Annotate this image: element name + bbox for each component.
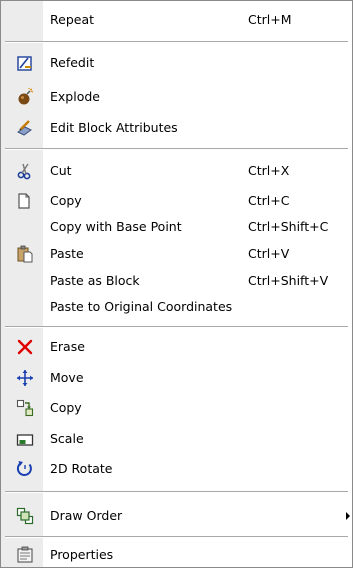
context-menu: Repeat Ctrl+M Refedit Explode Edit Block… (0, 0, 353, 568)
menu-item-label: Move (50, 370, 84, 385)
menu-item-erase[interactable]: Erase (1, 334, 352, 360)
menu-item-label: Copy (50, 193, 82, 208)
menu-item-edit-block-attributes[interactable]: Edit Block Attributes (1, 115, 352, 141)
refedit-icon (16, 54, 34, 72)
menu-item-label: Refedit (50, 55, 95, 70)
scissors-icon (16, 162, 34, 180)
erase-x-icon (16, 338, 34, 356)
menu-item-label: Edit Block Attributes (50, 120, 178, 135)
explode-icon (16, 88, 34, 106)
menu-item-label: Erase (50, 339, 85, 354)
menu-item-label: Cut (50, 163, 72, 178)
menu-item-label: Draw Order (50, 508, 123, 523)
menu-item-label: Copy with Base Point (50, 219, 182, 234)
menu-item-shortcut: Ctrl+X (248, 163, 290, 178)
menu-item-2d-rotate[interactable]: 2D Rotate (1, 456, 352, 482)
menu-item-label: Paste as Block (50, 273, 140, 288)
menu-item-copy[interactable]: Copy Ctrl+C (1, 188, 352, 214)
copy-icon (16, 192, 34, 210)
scale-icon (16, 430, 34, 448)
menu-separator (5, 41, 348, 43)
menu-item-shortcut: Ctrl+V (248, 246, 290, 261)
menu-item-label: 2D Rotate (50, 461, 113, 476)
move-arrows-icon (16, 369, 34, 387)
menu-item-label: Properties (50, 547, 114, 562)
menu-item-cut[interactable]: Cut Ctrl+X (1, 158, 352, 184)
menu-item-shortcut: Ctrl+M (248, 12, 292, 27)
menu-item-shortcut: Ctrl+Shift+C (248, 219, 329, 234)
menu-item-shortcut: Ctrl+C (248, 193, 290, 208)
menu-item-label: Paste to Original Coordinates (50, 299, 233, 314)
menu-separator (5, 326, 348, 328)
menu-item-label: Scale (50, 431, 84, 446)
clipboard-icon (16, 245, 34, 263)
menu-item-move[interactable]: Move (1, 365, 352, 391)
menu-item-copy-object[interactable]: Copy (1, 395, 352, 421)
menu-item-draw-order[interactable]: Draw Order (1, 503, 352, 529)
menu-item-paste[interactable]: Paste Ctrl+V (1, 241, 352, 267)
submenu-arrow-icon (346, 512, 350, 520)
draw-order-icon (16, 507, 34, 525)
menu-item-paste-to-original-coordinates[interactable]: Paste to Original Coordinates (1, 294, 352, 320)
menu-item-label: Repeat (50, 12, 95, 27)
properties-icon (16, 546, 34, 564)
copy-object-icon (16, 399, 34, 417)
menu-item-repeat[interactable]: Repeat Ctrl+M (1, 7, 352, 33)
menu-item-properties[interactable]: Properties (1, 542, 352, 568)
menu-item-label: Paste (50, 246, 84, 261)
menu-item-label: Explode (50, 89, 100, 104)
menu-item-explode[interactable]: Explode (1, 84, 352, 110)
edit-attributes-icon (16, 119, 34, 137)
menu-separator (5, 536, 348, 538)
rotate-icon (16, 460, 34, 478)
menu-item-refedit[interactable]: Refedit (1, 50, 352, 76)
menu-separator (5, 148, 348, 150)
menu-separator (5, 491, 348, 493)
menu-item-label: Copy (50, 400, 82, 415)
menu-item-copy-with-base-point[interactable]: Copy with Base Point Ctrl+Shift+C (1, 214, 352, 240)
menu-item-scale[interactable]: Scale (1, 426, 352, 452)
menu-item-paste-as-block[interactable]: Paste as Block Ctrl+Shift+V (1, 268, 352, 294)
menu-item-shortcut: Ctrl+Shift+V (248, 273, 329, 288)
